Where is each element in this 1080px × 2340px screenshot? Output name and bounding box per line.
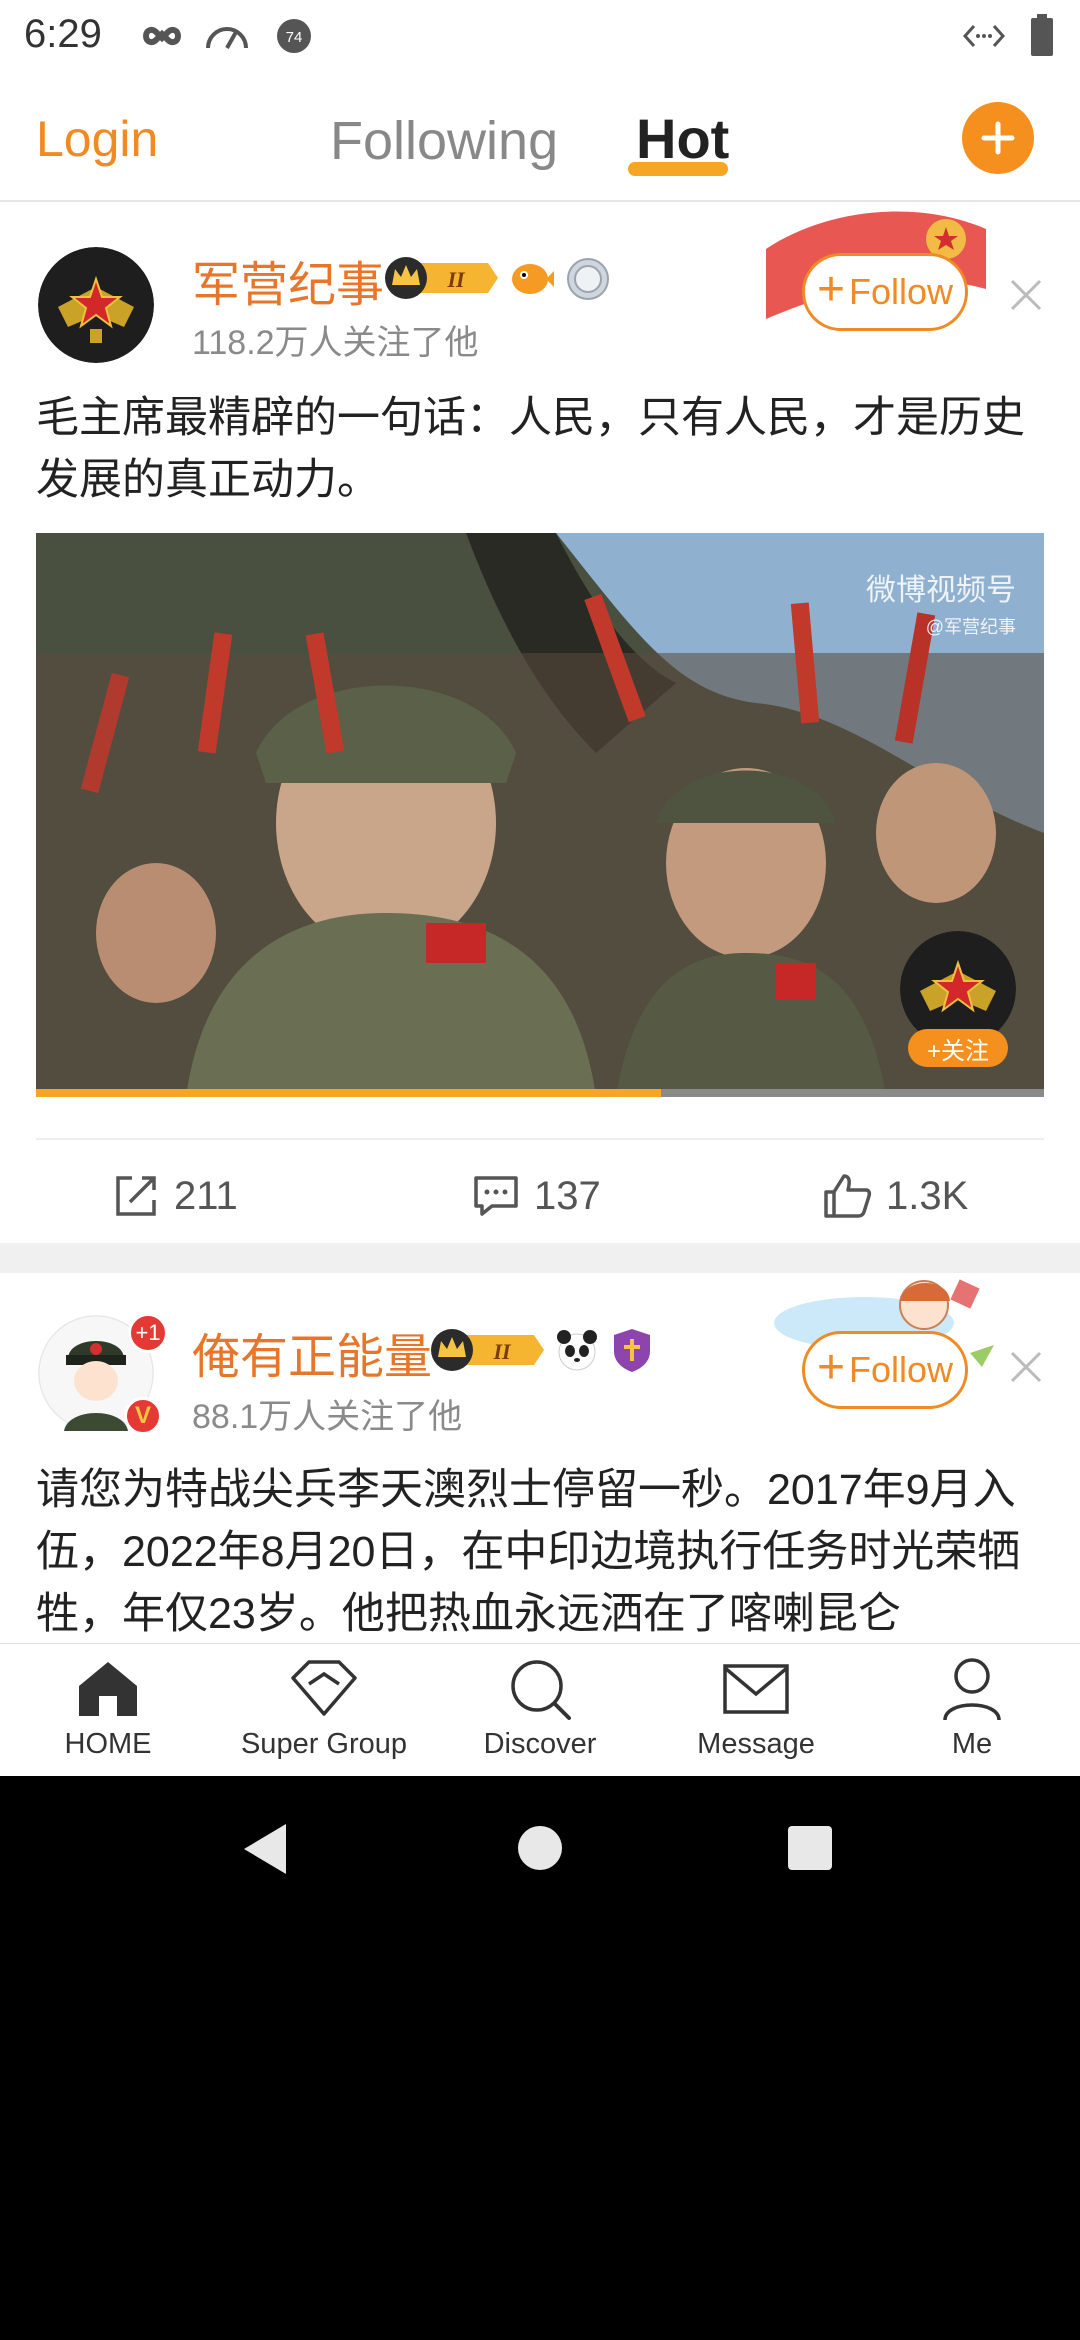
action-bar: 211 137 1.3K [36,1138,1044,1248]
username[interactable]: 军营纪事 [192,245,384,315]
avatar-count-badge: +1 [128,1313,168,1353]
top-nav: Login Following Hot [0,72,1080,202]
video-follow-button[interactable]: +关注 [908,1029,1008,1067]
video-player[interactable]: 微博视频号 @军营纪事 +关注 [36,533,1044,1097]
android-nav-bar [0,1776,1080,1920]
svg-text:II: II [446,267,466,292]
like-count: 1.3K [886,1173,969,1218]
post-card: 军营纪事 II 118.2万人关注了他 + Follow 毛主席最精辟的一句话：… [0,203,1080,1243]
post-text[interactable]: 毛主席最精辟的一句话：人民，只有人民，才是历史发展的真正动力。 [36,387,1036,511]
person-icon [943,1658,1001,1721]
video-progress-fill [36,1089,661,1097]
svg-text:74: 74 [286,29,303,46]
army-emblem-icon [38,247,154,363]
tab-super-group[interactable]: Super Group [216,1654,432,1774]
tab-me[interactable]: Me [864,1654,1080,1774]
plus-icon: + [816,263,845,316]
tab-following[interactable]: Following [330,110,558,172]
crown-level-badge-icon: II [431,1329,544,1371]
close-icon[interactable] [1008,277,1044,313]
home-circle-icon[interactable] [516,1824,564,1872]
follower-count: 118.2万人关注了他 [192,324,479,362]
follow-label: Follow [849,271,954,312]
comment-icon [474,1176,518,1216]
battery-icon [1031,14,1053,56]
watermark-handle: @军营纪事 [925,617,1016,637]
feed[interactable]: 军营纪事 II 118.2万人关注了他 + Follow 毛主席最精辟的一句话：… [0,203,1080,1643]
plus-icon [981,121,1015,155]
infinity-icon [142,26,182,46]
post-text[interactable]: 请您为特战尖兵李天澳烈士停留一秒。2017年9月入伍，2022年8月20日，在中… [36,1459,1036,1643]
data-arrows-icon [962,24,1006,48]
watermark-text: 微博视频号 [866,574,1016,607]
back-icon[interactable] [240,1822,290,1876]
search-icon [511,1660,571,1720]
follow-button[interactable]: + Follow [802,1331,968,1409]
plus-icon: + [816,1341,845,1394]
verified-badge: V [124,1397,162,1435]
thumbs-up-icon [824,1174,872,1218]
home-icon [79,1662,137,1716]
follow-label: Follow [849,1349,954,1390]
speedometer-icon [206,27,248,49]
mail-icon [723,1664,789,1714]
video-watermark: 微博视频号 @军营纪事 [866,565,1016,639]
avatar[interactable] [38,247,154,363]
repost-button[interactable]: 211 [112,1166,238,1226]
share-icon [116,1176,156,1216]
tab-home[interactable]: HOME [0,1654,216,1774]
comment-button[interactable]: 137 [472,1166,601,1226]
status-bar: 6:29 74 [0,0,1080,72]
diamond-icon [291,1660,357,1716]
comment-count: 137 [534,1173,601,1218]
avatar[interactable]: +1 V [38,1313,168,1435]
follower-count: 88.1万人关注了他 [192,1398,463,1436]
tab-message[interactable]: Message [648,1654,864,1774]
close-icon[interactable] [1008,1349,1044,1385]
bottom-tab-bar: HOME Super Group Discover Message Me [0,1643,1080,1776]
shield-badge-icon [614,1329,650,1372]
weibo-screen: 6:29 74 Login Following Hot 军营纪事 II 118.… [0,0,1080,1776]
tab-label: Message [697,1728,815,1760]
repost-count: 211 [174,1173,238,1218]
svg-text:II: II [492,1339,512,1364]
crown-level-badge-icon: II [385,257,498,299]
status-time: 6:29 [24,12,102,56]
tab-label: HOME [64,1728,152,1760]
tab-label: Super Group [240,1728,408,1760]
recents-icon[interactable] [786,1824,834,1872]
panda-badge-icon [557,1330,597,1371]
active-tab-indicator [628,162,728,176]
notification-74-icon: 74 [277,19,311,53]
pufferfish-badge-icon [512,264,554,294]
post-card: +1 V 俺有正能量 II 88.1万人关注了他 + Follow 请您为特战尖… [0,1273,1080,1643]
username[interactable]: 俺有正能量 [192,1317,432,1387]
login-link[interactable]: Login [36,110,158,168]
tab-discover[interactable]: Discover [432,1654,648,1774]
compose-button[interactable] [962,102,1034,174]
like-button[interactable]: 1.3K [822,1166,968,1226]
follow-button[interactable]: + Follow [802,253,968,331]
tab-label: Discover [483,1728,597,1760]
tab-label: Me [951,1728,993,1760]
medal-badge-icon [567,258,609,300]
post-separator [0,1243,1080,1273]
